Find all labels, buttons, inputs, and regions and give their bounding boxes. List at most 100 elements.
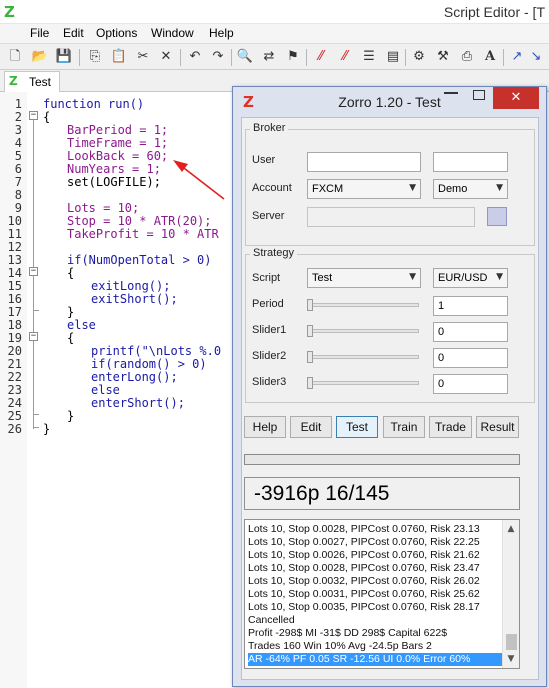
bookmark-toggle-icon[interactable]: ⚑ — [284, 48, 302, 66]
paste-icon[interactable]: 📋 — [110, 48, 128, 66]
new-file-icon[interactable]: 🗋 — [6, 48, 24, 66]
train-button[interactable]: Train — [383, 416, 425, 438]
delete-icon[interactable]: ✕ — [157, 48, 175, 66]
menu-file[interactable]: File — [30, 26, 49, 40]
code-line[interactable]: 4 TimeFrame = 1; — [0, 136, 240, 150]
message-log[interactable]: Lots 10, Stop 0.0028, PIPCost 0.0760, Ri… — [244, 519, 520, 669]
line-number: 18 — [7, 318, 22, 332]
code-line[interactable]: 11 TakeProfit = 10 * ATR — [0, 227, 240, 241]
font-icon[interactable]: A — [481, 48, 499, 66]
chevron-down-icon: ▼ — [496, 183, 503, 193]
line-number: 3 — [14, 123, 22, 137]
slider3-value-field[interactable]: 0 — [433, 374, 508, 394]
user-input[interactable] — [307, 152, 421, 172]
code-line[interactable]: 3 BarPeriod = 1; — [0, 123, 240, 137]
code-line[interactable]: 23 else — [0, 383, 240, 397]
maximize-icon[interactable] — [473, 90, 485, 100]
code-line[interactable]: 12 — [0, 240, 240, 254]
minimize-icon[interactable] — [444, 92, 458, 94]
slider1[interactable] — [309, 329, 419, 333]
period-slider-thumb[interactable] — [307, 299, 313, 311]
code-text: else — [67, 318, 96, 332]
mode-select[interactable]: Demo ▼ — [433, 179, 508, 199]
print-icon[interactable]: ⎙ — [458, 48, 476, 66]
fold-toggle-icon[interactable]: − — [29, 267, 38, 276]
tab-test[interactable]: Z Test — [4, 71, 60, 92]
help-button[interactable]: Help — [244, 416, 286, 438]
bookmark-next-icon[interactable]: ⁄⁄ — [312, 48, 330, 66]
slider1-value-field[interactable]: 0 — [433, 322, 508, 342]
password-input[interactable] — [433, 152, 508, 172]
code-line[interactable]: 22 enterLong(); — [0, 370, 240, 384]
code-text: printf("\nLots %.0 — [91, 344, 222, 358]
code-line[interactable]: 8 — [0, 188, 240, 202]
close-icon[interactable]: ✕ — [493, 87, 539, 109]
arrow-1-icon[interactable]: ↗ — [508, 48, 526, 66]
slider-label-period: Period — [252, 298, 284, 310]
test-button[interactable]: Test — [336, 416, 378, 438]
edit-button[interactable]: Edit — [290, 416, 332, 438]
menu-window[interactable]: Window — [151, 26, 194, 40]
scrollbar-thumb[interactable] — [506, 634, 517, 650]
code-line[interactable]: 21 if(random() > 0) — [0, 357, 240, 371]
bookmark-clear-icon[interactable]: ⁄⁄ — [336, 48, 354, 66]
slider2[interactable] — [309, 355, 419, 359]
slider2-value-field[interactable]: 0 — [433, 348, 508, 368]
zorro-titlebar[interactable]: Z Zorro 1.20 - Test ✕ — [233, 87, 546, 117]
code-line[interactable]: 18 else — [0, 318, 240, 332]
open-folder-icon[interactable]: 📂 — [31, 48, 49, 66]
code-line[interactable]: 5 LookBack = 60; — [0, 149, 240, 163]
settings-icon[interactable]: ⚒ — [434, 48, 452, 66]
log-line: Lots 10, Stop 0.0032, PIPCost 0.0760, Ri… — [248, 575, 480, 587]
code-line[interactable]: 6 NumYears = 1; — [0, 162, 240, 176]
period-slider[interactable] — [309, 303, 419, 307]
code-line[interactable]: 15 exitLong(); — [0, 279, 240, 293]
menu-help[interactable]: Help — [209, 26, 234, 40]
code-line[interactable]: 13 if(NumOpenTotal > 0) — [0, 253, 240, 267]
slider3-thumb[interactable] — [307, 377, 313, 389]
copy-icon[interactable]: ⎘ — [86, 48, 104, 66]
menu-edit[interactable]: Edit — [63, 26, 84, 40]
scroll-up-icon[interactable]: ▲ — [503, 521, 519, 537]
menu-options[interactable]: Options — [96, 26, 137, 40]
log-line: AR -64% PF 0.05 SR -12.56 UI 0.0% Error … — [248, 653, 504, 666]
code-line[interactable]: 26} — [0, 421, 240, 436]
code-line[interactable]: 2−{ — [0, 110, 240, 124]
redo-icon[interactable]: ↷ — [209, 48, 227, 66]
code-line[interactable]: 1 function run() — [0, 97, 240, 111]
line-number: 15 — [7, 279, 22, 293]
code-line[interactable]: 17} — [0, 304, 240, 319]
line-number: 19 — [7, 331, 22, 345]
comment-icon[interactable]: ▤ — [384, 48, 402, 66]
code-line[interactable]: 10 Stop = 10 * ATR(20); — [0, 214, 240, 228]
find-icon[interactable]: 🔍 — [236, 48, 254, 66]
zorro-logo-icon: Z — [9, 74, 18, 88]
run-icon[interactable]: ⚙ — [410, 48, 428, 66]
trade-button[interactable]: Trade — [429, 416, 472, 438]
connection-status-indicator[interactable] — [487, 207, 507, 226]
undo-icon[interactable]: ↶ — [186, 48, 204, 66]
asset-select[interactable]: EUR/USD ▼ — [433, 268, 508, 288]
slider1-thumb[interactable] — [307, 325, 313, 337]
indent-icon[interactable]: ☰ — [360, 48, 378, 66]
code-line[interactable]: 19− { — [0, 331, 240, 345]
account-select[interactable]: FXCM ▼ — [307, 179, 421, 199]
code-text: NumYears = 1; — [67, 162, 161, 176]
replace-icon[interactable]: ⇄ — [260, 48, 278, 66]
save-icon[interactable]: 💾 — [55, 48, 73, 66]
fold-toggle-icon[interactable]: − — [29, 332, 38, 341]
result-button[interactable]: Result — [476, 416, 519, 438]
slider2-thumb[interactable] — [307, 351, 313, 363]
code-line[interactable]: 14− { — [0, 266, 240, 280]
arrow-2-icon[interactable]: ↘ — [527, 48, 545, 66]
code-line[interactable]: 20 printf("\nLots %.0 — [0, 344, 240, 358]
period-value-field[interactable]: 1 — [433, 296, 508, 316]
cut-icon[interactable]: ✂ — [134, 48, 152, 66]
script-select[interactable]: Test ▼ — [307, 268, 421, 288]
fold-toggle-icon[interactable]: − — [29, 111, 38, 120]
log-scrollbar[interactable]: ▲ ▼ — [502, 520, 519, 668]
scroll-down-icon[interactable]: ▼ — [503, 651, 519, 667]
slider3[interactable] — [309, 381, 419, 385]
code-line[interactable]: 7 set(LOGFILE); — [0, 175, 240, 189]
code-line[interactable]: 9 Lots = 10; — [0, 201, 240, 215]
